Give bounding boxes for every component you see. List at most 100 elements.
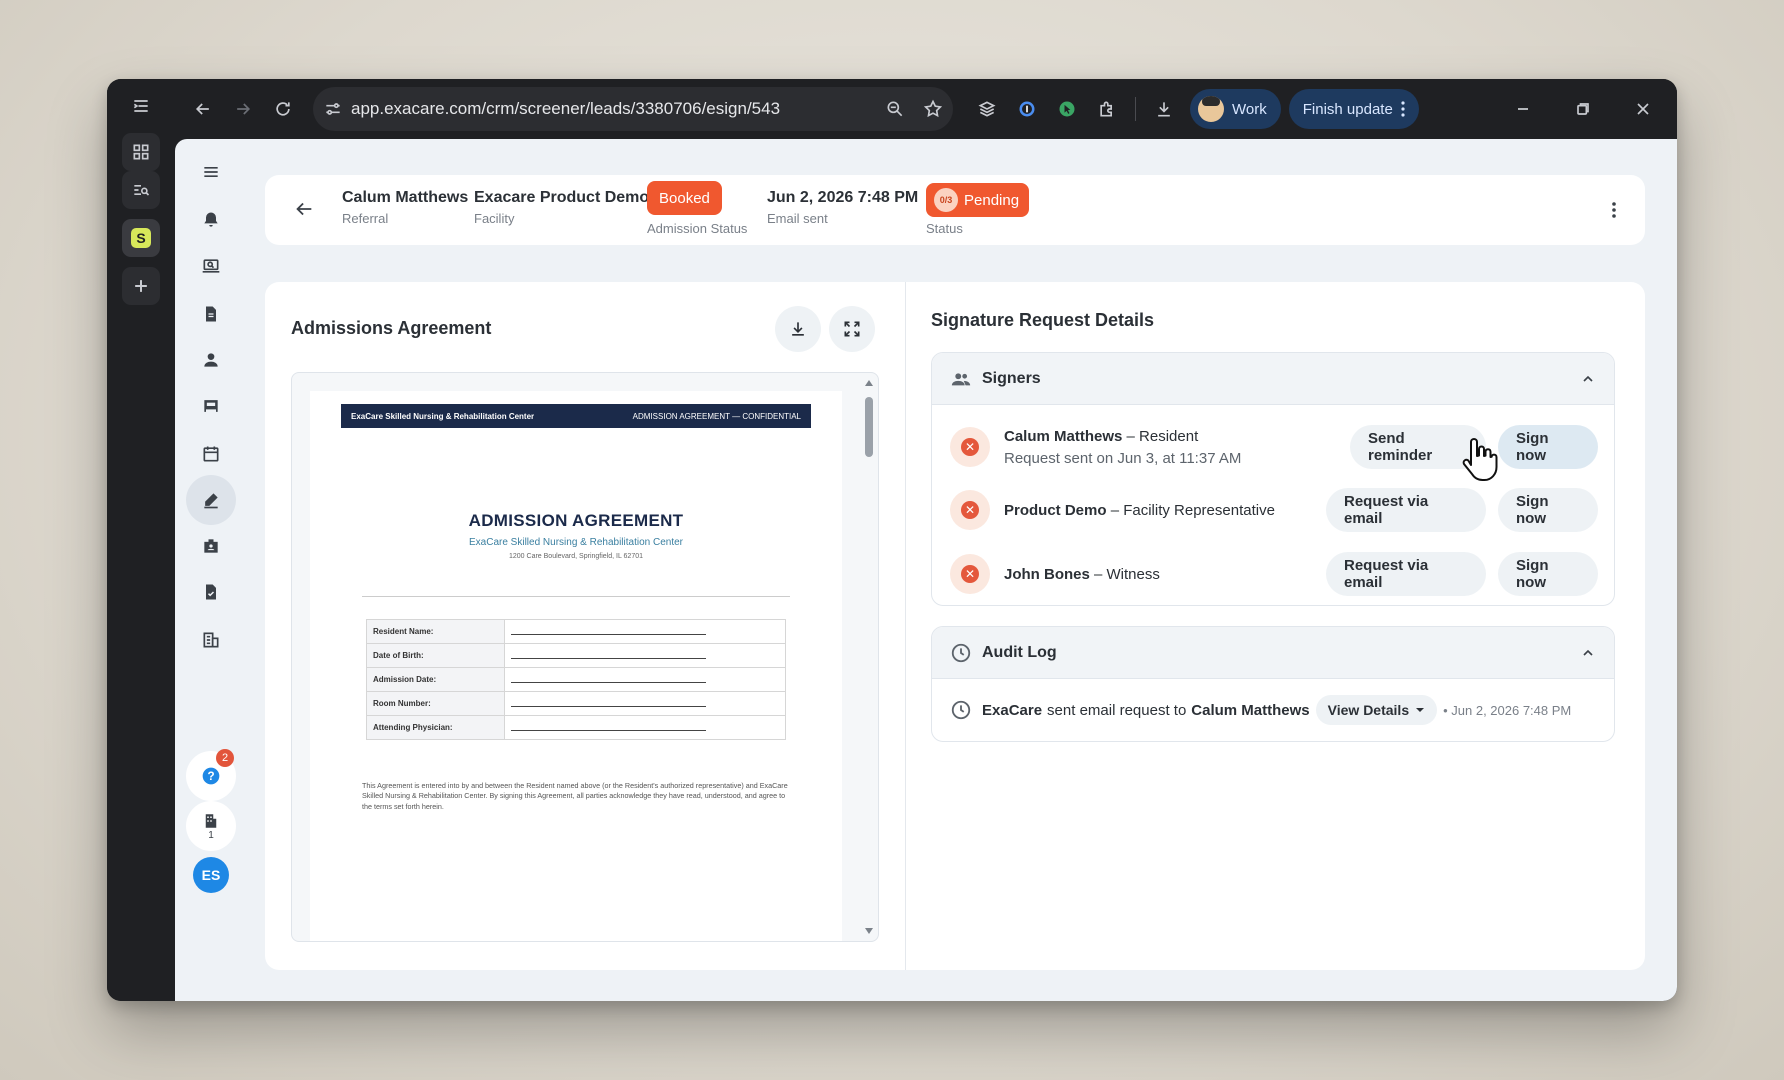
help-button[interactable]: ? 2	[186, 749, 236, 801]
download-button[interactable]	[775, 306, 821, 352]
finish-update-button[interactable]: Finish update	[1288, 89, 1419, 129]
tab-exacare-icon[interactable]: S	[122, 219, 160, 257]
signer-name: John Bones	[1004, 565, 1090, 583]
cursor-extension-icon[interactable]	[1047, 89, 1087, 129]
app-sidebar: ? 2 1 ES	[175, 139, 247, 1001]
user-avatar[interactable]: ES	[193, 857, 229, 893]
signer-status-icon: ✕	[950, 490, 990, 530]
signer-role: – Resident	[1126, 427, 1199, 445]
collapse-tabs-icon[interactable]	[122, 87, 160, 125]
building-icon	[205, 813, 217, 828]
back-icon[interactable]	[183, 89, 223, 129]
facility-name[interactable]: Exacare Product Demo	[474, 189, 649, 207]
scroll-up-icon[interactable]	[864, 379, 874, 387]
new-tab-icon[interactable]	[122, 267, 160, 305]
status-label: Status	[926, 221, 963, 236]
clock-icon	[951, 643, 971, 662]
calendar-icon[interactable]	[186, 429, 236, 479]
url-text[interactable]: app.exacare.com/crm/screener/leads/33807…	[351, 99, 885, 119]
menu-icon[interactable]	[186, 147, 236, 197]
chevron-up-icon[interactable]	[1580, 371, 1596, 387]
tab-grid-icon[interactable]	[122, 133, 160, 171]
more-options-icon[interactable]	[1611, 201, 1617, 224]
zoom-icon[interactable]	[885, 99, 905, 119]
doc-field-label: Admission Date:	[366, 667, 505, 692]
document-page: ExaCare Skilled Nursing & Rehabilitation…	[310, 391, 842, 941]
chevron-up-icon[interactable]	[1580, 645, 1596, 661]
document-icon[interactable]	[186, 289, 236, 339]
facility-field: Exacare Product Demo Facility	[474, 189, 649, 226]
screener-icon[interactable]	[186, 241, 236, 291]
doc-fields-table: Resident Name: Date of Birth: Admission …	[366, 619, 786, 740]
bed-icon[interactable]	[186, 381, 236, 431]
bell-icon[interactable]	[186, 195, 236, 245]
scroll-down-icon[interactable]	[864, 927, 874, 935]
reload-icon[interactable]	[263, 89, 303, 129]
doc-field-line	[504, 715, 786, 740]
email-sent-date: Jun 2, 2026 7:48 PM	[767, 189, 919, 206]
site-settings-icon[interactable]	[323, 99, 343, 119]
back-arrow-icon[interactable]	[293, 198, 315, 225]
pending-badge: 0/3 Pending	[926, 183, 1030, 217]
view-details-button[interactable]: View Details	[1315, 695, 1438, 725]
audit-log-header[interactable]: Audit Log	[932, 627, 1614, 679]
signer-row: ✕ Calum Matthews – Resident Request sent…	[950, 417, 1598, 477]
password-manager-icon[interactable]	[1007, 89, 1047, 129]
referral-label: Referral	[342, 211, 389, 226]
doc-divider	[362, 596, 790, 597]
request-via-email-button[interactable]: Request via email	[1326, 552, 1486, 596]
signer-info: Calum Matthews – Resident Request sent o…	[1004, 428, 1241, 467]
sign-now-button[interactable]: Sign now	[1498, 488, 1598, 532]
request-via-email-button[interactable]: Request via email	[1326, 488, 1486, 532]
document-viewer[interactable]: ExaCare Skilled Nursing & Rehabilitation…	[291, 372, 879, 942]
scroll-thumb[interactable]	[865, 397, 873, 457]
lead-header: Calum Matthews Referral Exacare Product …	[265, 175, 1645, 245]
downloads-icon[interactable]	[1144, 89, 1184, 129]
signer-row: ✕ Product Demo – Facility Representative…	[950, 485, 1598, 535]
fullscreen-button[interactable]	[829, 306, 875, 352]
x-icon: ✕	[961, 501, 979, 519]
toolbar-separator	[1135, 97, 1136, 121]
window-controls	[1503, 89, 1677, 129]
extensions-puzzle-icon[interactable]	[1087, 89, 1127, 129]
status-value: Pending	[964, 191, 1020, 209]
sign-now-button[interactable]: Sign now	[1498, 552, 1598, 596]
person-icon[interactable]	[186, 335, 236, 385]
audit-target: Calum Matthews	[1191, 701, 1310, 719]
bookmark-star-icon[interactable]	[923, 99, 943, 119]
clock-icon	[951, 700, 971, 720]
doc-bar-right: ADMISSION AGREEMENT — CONFIDENTIAL	[632, 411, 801, 421]
status-field: 0/3 Pending Status	[926, 183, 1030, 236]
referral-name[interactable]: Calum Matthews	[342, 189, 468, 207]
doc-field-line	[504, 667, 786, 692]
address-bar[interactable]: app.exacare.com/crm/screener/leads/33807…	[313, 87, 953, 131]
organization-switcher[interactable]: 1	[186, 801, 236, 851]
profile-button[interactable]: Work	[1190, 89, 1281, 129]
document-scrollbar[interactable]	[864, 379, 874, 935]
doc-address: 1200 Care Boulevard, Springfield, IL 627…	[509, 553, 643, 560]
admission-status-field: Booked Admission Status	[647, 181, 747, 236]
task-document-icon[interactable]	[186, 567, 236, 617]
facility-building-icon[interactable]	[186, 615, 236, 665]
x-icon: ✕	[961, 565, 979, 583]
tab-search-icon[interactable]	[122, 171, 160, 209]
minimize-icon[interactable]	[1503, 89, 1543, 129]
signers-section: Signers ✕ Calum Matthews – Resident Requ…	[931, 352, 1615, 606]
forward-icon[interactable]	[223, 89, 263, 129]
doc-field-label: Date of Birth:	[366, 643, 505, 668]
vertical-tabs: S	[107, 79, 175, 1001]
sign-now-button[interactable]: Sign now	[1498, 425, 1598, 469]
x-icon: ✕	[961, 438, 979, 456]
signer-status-icon: ✕	[950, 427, 990, 467]
extension-layers-icon[interactable]	[967, 89, 1007, 129]
signers-header[interactable]: Signers	[932, 353, 1614, 405]
panel-divider	[905, 282, 906, 970]
doc-bar-left: ExaCare Skilled Nursing & Rehabilitation…	[351, 411, 535, 421]
finish-update-label: Finish update	[1302, 100, 1393, 118]
signer-role: – Witness	[1094, 565, 1160, 583]
esign-pen-icon[interactable]	[186, 475, 236, 525]
close-window-icon[interactable]	[1623, 89, 1663, 129]
signers-title: Signers	[982, 369, 1041, 387]
badge-id-icon[interactable]	[186, 521, 236, 571]
restore-icon[interactable]	[1563, 89, 1603, 129]
